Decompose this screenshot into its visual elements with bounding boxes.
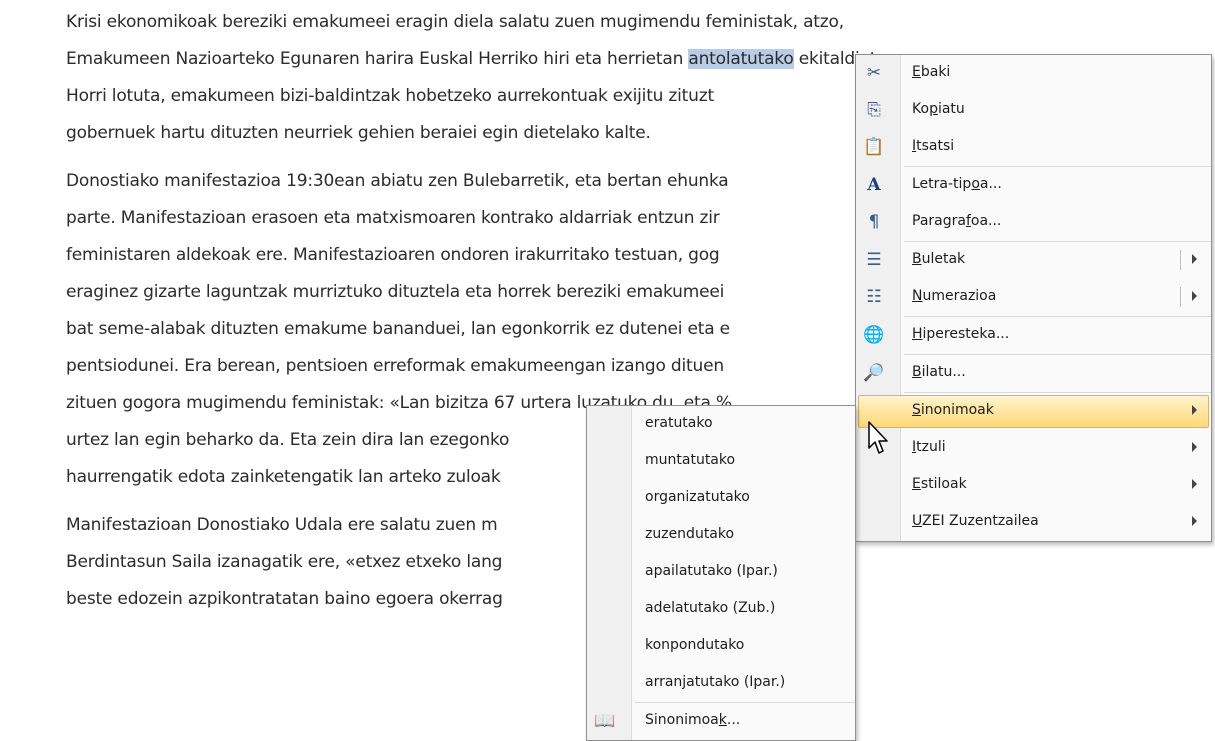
synonym-label: muntatutako <box>645 452 736 468</box>
menu-item-synonyms[interactable]: Sinonimoak <box>856 393 1211 430</box>
synonym-item[interactable]: arranjatutako (Ipar.) <box>587 665 855 702</box>
synonym-item[interactable]: apailatutako (Ipar.) <box>587 554 855 591</box>
synonym-item[interactable]: zuzendutako <box>587 517 855 554</box>
scissors-icon: ✂ <box>866 63 882 83</box>
menu-item-label: Sinonimoak <box>912 402 994 418</box>
copy-icon: ⎘ <box>867 100 881 120</box>
menu-item-label: Itzuli <box>912 439 946 455</box>
menu-item-label: Ebaki <box>912 64 951 80</box>
text-line: Krisi ekonomikoak bereziki emakumeei era… <box>66 12 844 32</box>
menu-item-copy[interactable]: ⎘ Kopiatu <box>856 92 1211 129</box>
menu-item-font[interactable]: A Letra-tipoa... <box>856 167 1211 204</box>
menu-item-label: Estiloak <box>912 476 967 492</box>
thesaurus-icon: 📖 <box>594 711 616 731</box>
menu-item-label: UZEI Zuzentzailea <box>912 513 1039 529</box>
chevron-right-icon <box>1192 516 1197 526</box>
menu-item-label: Bilatu... <box>912 364 966 380</box>
synonym-item[interactable]: konpondutako <box>587 628 855 665</box>
lookup-icon: 🔎 <box>863 363 885 383</box>
menu-item-translate[interactable]: Itzuli <box>856 430 1211 467</box>
mouse-pointer-icon <box>868 421 888 454</box>
chevron-right-icon[interactable] <box>1192 254 1197 264</box>
menu-item-label: Hiperesteka... <box>912 326 1010 342</box>
chevron-right-icon <box>1192 405 1197 415</box>
menu-item-lookup[interactable]: 🔎 Bilatu... <box>856 355 1211 392</box>
menu-item-paragraph[interactable]: ¶ Paragrafoa... <box>856 204 1211 241</box>
menu-item-label: Itsatsi <box>912 138 955 154</box>
synonym-item[interactable]: eratutako <box>587 406 855 443</box>
text-line: beste edozein azpikontratatan baino egoe… <box>66 589 503 609</box>
numbering-icon: ☷ <box>866 287 882 307</box>
synonym-label: organizatutako <box>645 489 750 505</box>
menu-item-numbering[interactable]: ☷ Numerazioa <box>856 279 1211 316</box>
synonym-item[interactable]: muntatutako <box>587 443 855 480</box>
menu-item-label: Sinonimoak... <box>645 712 741 728</box>
synonym-item[interactable]: adelatutako (Zub.) <box>587 591 855 628</box>
synonym-label: adelatutako (Zub.) <box>645 600 776 616</box>
synonym-label: apailatutako (Ipar.) <box>645 563 778 579</box>
chevron-right-icon <box>1192 442 1197 452</box>
menu-item-styles[interactable]: Estiloak <box>856 467 1211 504</box>
menu-item-label: Letra-tipoa... <box>912 176 1002 192</box>
synonym-label: eratutako <box>645 415 713 431</box>
split-divider <box>1180 287 1181 307</box>
selected-word[interactable]: antolatutako <box>688 49 794 69</box>
menu-item-hyperlink[interactable]: 🌐 Hiperesteka... <box>856 317 1211 354</box>
menu-item-cut[interactable]: ✂ Ebaki <box>856 55 1211 92</box>
menu-item-thesaurus[interactable]: 📖 Sinonimoak... <box>587 703 855 740</box>
paste-icon: 📋 <box>863 137 885 157</box>
chevron-right-icon[interactable] <box>1192 291 1197 301</box>
menu-item-bullets[interactable]: ☰ Buletak <box>856 242 1211 279</box>
menu-item-label: Paragrafoa... <box>912 213 1002 229</box>
menu-item-paste[interactable]: 📋 Itsatsi <box>856 129 1211 166</box>
font-icon: A <box>867 175 881 195</box>
synonym-label: zuzendutako <box>645 526 735 542</box>
menu-item-label: Kopiatu <box>912 101 965 117</box>
synonyms-submenu: eratutako muntatutako organizatutako zuz… <box>586 405 856 741</box>
text-segment: Emakumeen Nazioarteko Egunaren harira Eu… <box>66 49 689 69</box>
bullets-icon: ☰ <box>866 250 882 270</box>
chevron-right-icon <box>1192 479 1197 489</box>
text-line: Berdintasun Saila izanagatik ere, «etxez… <box>66 552 503 572</box>
hover-highlight <box>858 395 1209 428</box>
synonym-label: konpondutako <box>645 637 745 653</box>
split-divider <box>1180 250 1181 270</box>
menu-item-label: Buletak <box>912 251 966 267</box>
paragraph-icon: ¶ <box>868 212 880 232</box>
menu-item-uzei-corrector[interactable]: UZEI Zuzentzailea <box>856 504 1211 541</box>
context-menu: ✂ Ebaki ⎘ Kopiatu 📋 Itsatsi A Letra-tipo… <box>855 54 1212 542</box>
hyperlink-icon: 🌐 <box>863 325 885 345</box>
menu-item-label: Numerazioa <box>912 288 997 304</box>
synonym-item[interactable]: organizatutako <box>587 480 855 517</box>
synonym-label: arranjatutako (Ipar.) <box>645 674 786 690</box>
